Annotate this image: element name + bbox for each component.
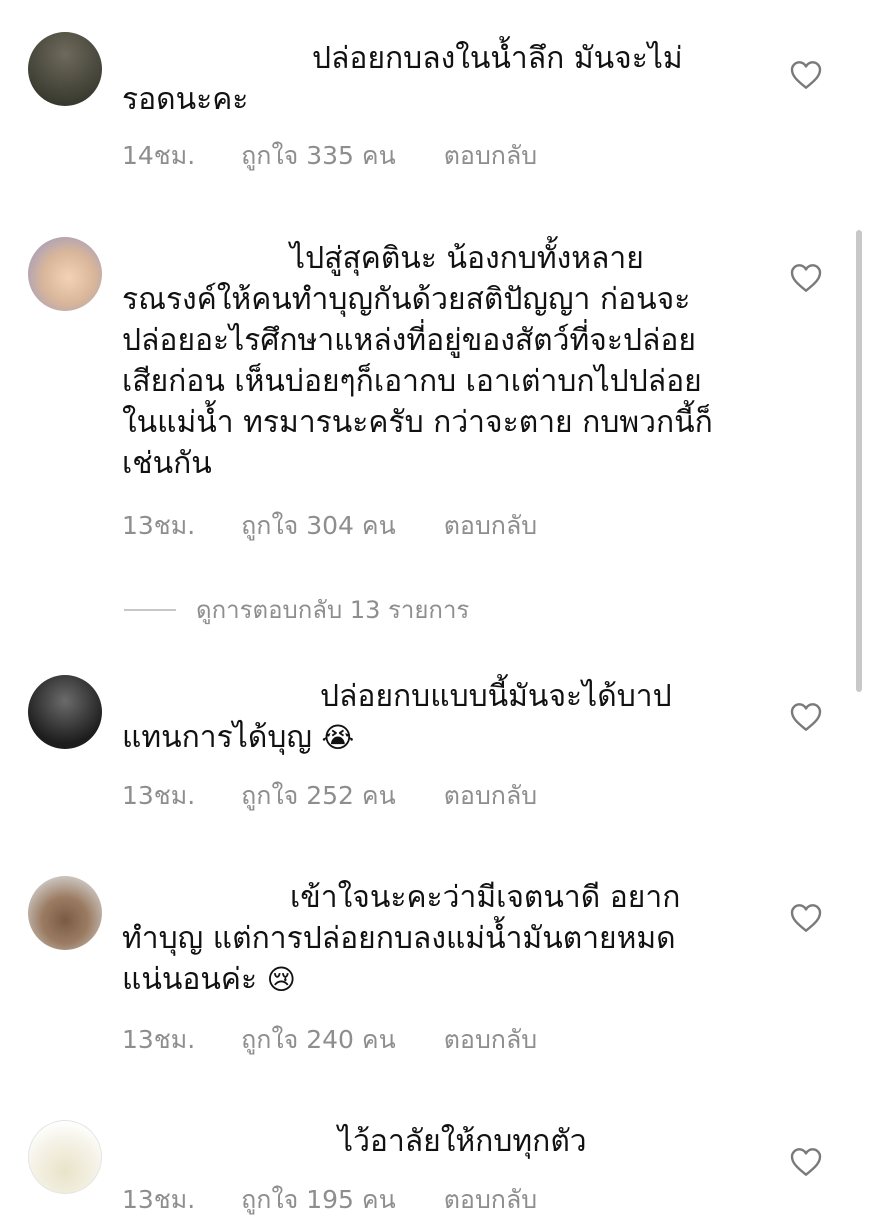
comment-text: ไปสู่สุคตินะ น้องกบทั้งหลาย รณรงค์ให้คนท… (122, 241, 713, 481)
scrollbar[interactable] (856, 230, 862, 692)
comment-meta: 13ชม. ถูกใจ 252 คน ตอบกลับ (122, 776, 537, 816)
comment-time: 13ชม. (122, 1185, 196, 1214)
comment-meta: 13ชม. ถูกใจ 240 คน ตอบกลับ (122, 1020, 537, 1060)
comment-time: 13ชม. (122, 511, 196, 540)
comment-likes[interactable]: ถูกใจ 240 คน (241, 1020, 396, 1060)
comment-likes[interactable]: ถูกใจ 304 คน (241, 506, 396, 546)
heart-outline-icon[interactable] (790, 263, 822, 293)
avatar[interactable] (28, 237, 102, 311)
comment-text-content: เข้าใจนะคะว่ามีเจตนาดี อยาก ทำบุญ แต่การ… (122, 880, 681, 997)
comment-text: ไว้อาลัยให้กบทุกตัว (338, 1124, 587, 1159)
comment-text: ปล่อยกบลงในน้ำลึก มันจะไม่ รอดนะคะ (122, 41, 683, 117)
comment-text: เข้าใจนะคะว่ามีเจตนาดี อยาก ทำบุญ แต่การ… (122, 877, 762, 1000)
reply-button[interactable]: ตอบกลับ (444, 1020, 537, 1060)
avatar[interactable] (28, 1120, 102, 1194)
comment-meta: 13ชม. ถูกใจ 304 คน ตอบกลับ (122, 506, 537, 546)
comment-text-content: ปล่อยกบแบบนี้มันจะได้บาป แทนการได้บุญ (122, 679, 672, 755)
heart-outline-icon[interactable] (790, 702, 822, 732)
view-replies-button[interactable]: ดูการตอบกลับ 13 รายการ (124, 590, 469, 629)
comment-meta: 13ชม. ถูกใจ 195 คน ตอบกลับ (122, 1180, 537, 1220)
heart-outline-icon[interactable] (790, 1147, 822, 1177)
sad-face-emoji: 😢 (266, 963, 296, 996)
comment-likes[interactable]: ถูกใจ 335 คน (241, 136, 396, 176)
avatar[interactable] (28, 876, 102, 950)
comment-meta: 14ชม. ถูกใจ 335 คน ตอบกลับ (122, 136, 537, 176)
divider-line (124, 608, 176, 611)
comment-time: 13ชม. (122, 1025, 196, 1054)
comment-likes[interactable]: ถูกใจ 195 คน (241, 1180, 396, 1220)
reply-button[interactable]: ตอบกลับ (444, 776, 537, 816)
view-replies-label: ดูการตอบกลับ 13 รายการ (196, 596, 470, 624)
avatar[interactable] (28, 32, 102, 106)
heart-outline-icon[interactable] (790, 60, 822, 90)
reply-button[interactable]: ตอบกลับ (444, 1180, 537, 1220)
reply-button[interactable]: ตอบกลับ (444, 506, 537, 546)
heart-outline-icon[interactable] (790, 903, 822, 933)
reply-button[interactable]: ตอบกลับ (444, 136, 537, 176)
avatar[interactable] (28, 675, 102, 749)
comment-time: 13ชม. (122, 781, 196, 810)
comment-text: ปล่อยกบแบบนี้มันจะได้บาป แทนการได้บุญ 😭 (122, 676, 762, 758)
comment-time: 14ชม. (122, 141, 196, 170)
comment-likes[interactable]: ถูกใจ 252 คน (241, 776, 396, 816)
crying-face-emoji: 😭 (321, 721, 355, 754)
